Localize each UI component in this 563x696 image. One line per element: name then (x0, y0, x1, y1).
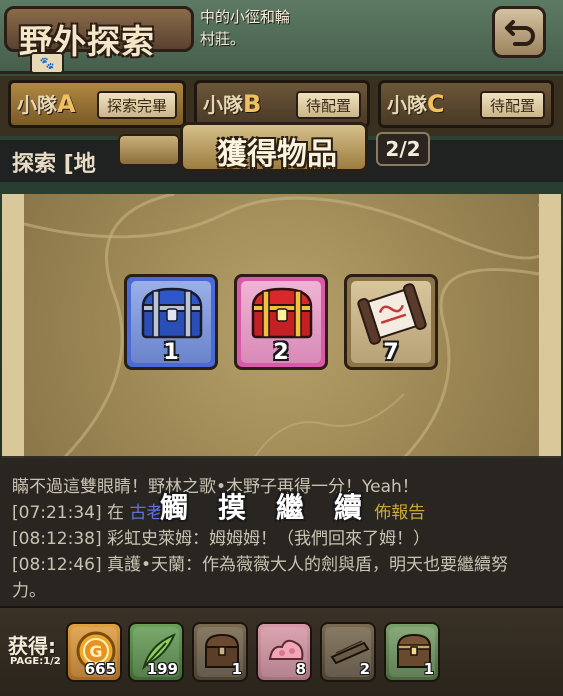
gains-page-indicator: PAGE:1/2 (10, 656, 61, 667)
gain-item[interactable]: 8 (256, 622, 312, 682)
scroll-icon (357, 283, 427, 345)
top-banner: 野外探索 中的小徑和輪 村莊。 🐾 (0, 0, 563, 74)
continue-char: 續 (334, 491, 363, 524)
gain-item[interactable]: 199 (128, 622, 184, 682)
squad-label: 小隊 (203, 93, 243, 117)
reward-item[interactable]: 7 (344, 274, 438, 370)
reward-items: 1 2 7 (124, 274, 444, 372)
gain-count: 199 (146, 660, 178, 678)
reward-title-plate: 獲得物品 (180, 122, 368, 172)
gains-bar: 获得: PAGE:1/2 G 665 199 1 8 2 1 (0, 606, 563, 696)
reward-title: 獲得物品 (217, 137, 337, 172)
squad-state: 待配置 (479, 91, 545, 119)
reward-panel[interactable]: 1 2 7 (2, 194, 561, 458)
gain-item[interactable]: 2 (320, 622, 376, 682)
back-button[interactable] (492, 6, 546, 58)
blue-treasure-chest-icon (141, 287, 203, 339)
tap-to-continue-prompt[interactable]: 觸 摸 繼 續 (160, 486, 410, 528)
squad-state: 待配置 (295, 91, 361, 119)
gain-count: 2 (359, 660, 370, 678)
gain-item[interactable]: 1 (384, 622, 440, 682)
reward-item[interactable]: 1 (124, 274, 218, 370)
continue-char: 觸 (160, 491, 189, 524)
reward-item[interactable]: 2 (234, 274, 328, 370)
squad-letter: C (427, 90, 445, 118)
log-line: 力。 (12, 581, 46, 601)
squad-letter: A (57, 90, 76, 118)
squad-label: 小隊 (387, 93, 427, 117)
gain-item[interactable]: G 665 (66, 622, 122, 682)
continue-char: 繼 (276, 491, 305, 524)
squad-letter: B (243, 90, 262, 118)
reward-count: 2 (273, 340, 289, 365)
svg-text:G: G (89, 642, 102, 661)
gain-count: 1 (231, 660, 242, 678)
squad-state: 探索完畢 (96, 91, 177, 119)
red-treasure-chest-icon (251, 287, 313, 339)
return-arrow-icon (505, 20, 535, 46)
game-screen: 野外探索 中的小徑和輪 村莊。 🐾 小隊A 探索完畢 小隊B 待配置 小隊C 待… (0, 0, 563, 696)
reward-count: 1 (163, 340, 179, 365)
reward-header: 獲得物品 2/2 (118, 120, 446, 176)
squad-label: 小隊 (17, 93, 57, 117)
reward-count: 7 (383, 340, 399, 365)
gain-count: 665 (84, 660, 116, 678)
reward-page-indicator: 2/2 (376, 132, 430, 166)
event-log: 瞞不過這雙眼睛！野林之歌•木野子再得一分！Yeah！ [07:21:34] 在 … (0, 456, 563, 606)
map-background: 1 2 7 (24, 194, 539, 458)
gain-count: 1 (423, 660, 434, 678)
header-ornament (118, 134, 180, 166)
location-text: 探索 [地 (12, 152, 96, 177)
continue-char: 摸 (218, 491, 247, 524)
paw-icon[interactable]: 🐾 (30, 52, 64, 74)
log-line: [08:12:46] 真護•天蘭：作為薇薇大人的劍與盾，明天也要繼續努 (12, 555, 509, 575)
gain-count: 8 (295, 660, 306, 678)
gain-item[interactable]: 1 (192, 622, 248, 682)
gains-label: 获得: (8, 634, 56, 658)
area-description: 中的小徑和輪 村莊。 (200, 8, 291, 48)
title-plate: 野外探索 (4, 6, 194, 61)
